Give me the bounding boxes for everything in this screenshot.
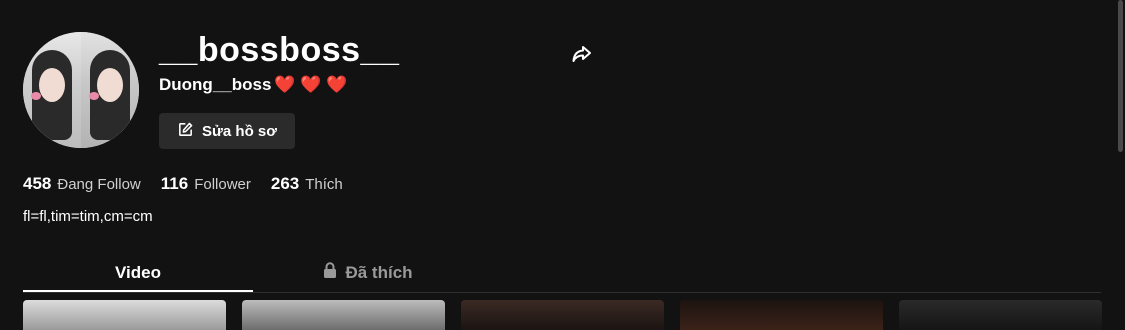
stat-likes: 263 Thích — [271, 174, 343, 195]
profile-nickname: Duong__boss ❤️ ❤️ ❤️ — [159, 74, 347, 96]
profile-username: __bossboss__ — [159, 31, 400, 69]
profile-avatar[interactable] — [23, 32, 139, 148]
edit-profile-button[interactable]: Sửa hồ sơ — [159, 113, 295, 149]
page-scrollbar[interactable] — [1115, 0, 1125, 323]
video-thumbnail[interactable] — [680, 300, 883, 330]
avatar-photo-right — [81, 32, 139, 148]
heart-icons: ❤️ ❤️ ❤️ — [274, 75, 348, 94]
avatar-photo-left — [23, 32, 81, 148]
nickname-text: Duong__boss — [159, 75, 272, 94]
profile-stats: 458 Đang Follow 116 Follower 263 Thích — [23, 174, 343, 195]
video-thumbnail[interactable] — [899, 300, 1102, 330]
stat-following[interactable]: 458 Đang Follow — [23, 174, 141, 195]
video-grid — [23, 300, 1102, 330]
lock-icon — [323, 262, 337, 283]
profile-bio: fl=fl,tim=tim,cm=cm — [23, 208, 153, 225]
tab-video-label: Video — [115, 262, 161, 282]
tab-video[interactable]: Video — [23, 255, 253, 292]
edit-profile-label: Sửa hồ sơ — [202, 122, 277, 140]
video-thumbnail[interactable] — [242, 300, 445, 330]
tab-liked-label: Đã thích — [345, 262, 413, 282]
profile-tabs: Video Đã thích — [23, 255, 1101, 293]
stat-followers[interactable]: 116 Follower — [161, 174, 251, 195]
following-label: Đang Follow — [57, 176, 141, 193]
following-count: 458 — [23, 174, 52, 193]
edit-icon — [177, 121, 194, 142]
followers-label: Follower — [194, 176, 251, 193]
likes-count: 263 — [270, 174, 300, 193]
scrollbar-thumb[interactable] — [1118, 0, 1123, 152]
likes-label: Thích — [305, 176, 343, 193]
video-thumbnail[interactable] — [23, 300, 226, 330]
share-arrow-icon[interactable] — [570, 42, 594, 66]
followers-count: 116 — [160, 174, 189, 193]
video-thumbnail[interactable] — [461, 300, 664, 330]
tab-liked[interactable]: Đã thích — [253, 255, 483, 290]
